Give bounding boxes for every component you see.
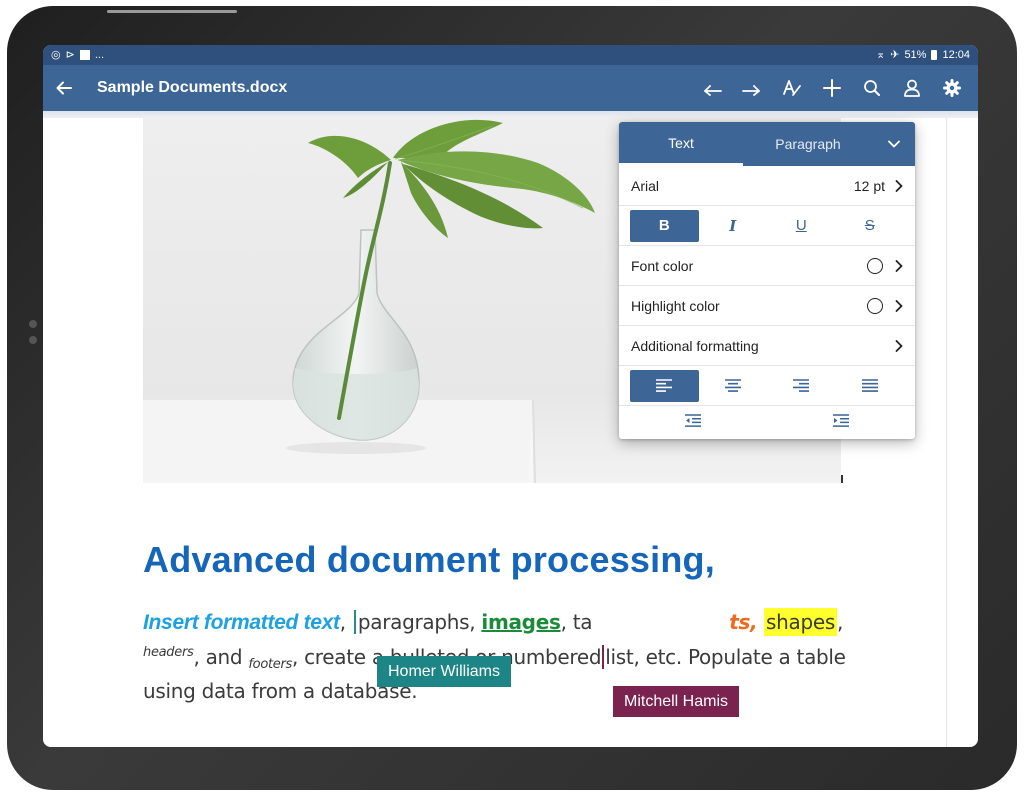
- user-icon: [904, 79, 920, 97]
- format-panel: Text Paragraph Arial 12 pt B I U S Font …: [619, 122, 915, 439]
- subscript-text: footers: [248, 657, 292, 672]
- airplane-icon: ✈: [890, 48, 900, 61]
- wifi-icon: ⌅: [876, 48, 886, 61]
- redo-icon: [742, 85, 760, 96]
- alignment-row: [619, 366, 915, 406]
- appbar-divider: [43, 111, 978, 118]
- highlight-color-row[interactable]: Highlight color: [619, 286, 915, 326]
- toolbar: [692, 65, 972, 111]
- chevron-right-icon: [895, 179, 903, 192]
- chevron-right-icon: [895, 259, 903, 272]
- bold-icon: B: [658, 217, 670, 234]
- clock: 12:04: [942, 49, 970, 61]
- underline-button[interactable]: U: [767, 210, 836, 242]
- tablet-sensor: [29, 320, 37, 328]
- align-center-icon: [724, 378, 741, 392]
- italic-button[interactable]: I: [699, 210, 768, 242]
- status-bar: ◎ ⊳ ... ⌅ ✈ 51% 12:04: [43, 45, 978, 65]
- text-style-row: B I U S: [619, 206, 915, 246]
- search-icon: [864, 80, 880, 96]
- align-left-icon: [656, 378, 673, 392]
- tablet-edge-highlight: [107, 10, 237, 13]
- collaborators-button[interactable]: [892, 65, 932, 111]
- additional-formatting-row[interactable]: Additional formatting: [619, 326, 915, 366]
- text-span: list, etc. Populate a table: [605, 645, 846, 669]
- text-format-button[interactable]: [772, 65, 812, 111]
- tab-text[interactable]: Text: [619, 122, 743, 166]
- highlight-color-swatch: [867, 297, 883, 314]
- font-color-swatch: [867, 257, 883, 274]
- align-right-button[interactable]: [767, 370, 836, 402]
- settings-button[interactable]: [932, 65, 972, 111]
- additional-formatting-label: Additional formatting: [631, 337, 759, 354]
- font-name: Arial: [631, 177, 660, 194]
- format-panel-tabs: Text Paragraph: [619, 122, 915, 166]
- font-row[interactable]: Arial 12 pt: [619, 166, 915, 206]
- strikethrough-icon: S: [864, 217, 875, 234]
- document-title: Sample Documents.docx: [97, 79, 288, 96]
- add-icon: [823, 79, 841, 97]
- whatsapp-icon: ◎: [51, 48, 61, 61]
- redo-button[interactable]: [732, 65, 772, 111]
- search-button[interactable]: [852, 65, 892, 111]
- strikethrough-button[interactable]: S: [836, 210, 905, 242]
- formatted-text-blue: Insert formatted text: [143, 611, 340, 634]
- formatted-text-orange: ts: [729, 610, 751, 634]
- undo-icon: [704, 85, 722, 96]
- tab-paragraph[interactable]: Paragraph: [743, 122, 873, 166]
- text-format-icon: [783, 80, 801, 96]
- battery-percent: 51%: [904, 49, 927, 61]
- text-span: , and: [193, 645, 249, 669]
- indent-row: [619, 406, 915, 436]
- highlight-color-label: Highlight color: [631, 297, 720, 314]
- app-bar: Sample Documents.docx: [43, 65, 978, 111]
- font-color-label: Font color: [631, 257, 694, 274]
- text-span: ,: [339, 610, 346, 634]
- align-center-button[interactable]: [699, 370, 768, 402]
- font-color-row[interactable]: Font color: [619, 246, 915, 286]
- play-icon: ⊳: [65, 48, 75, 61]
- document-heading[interactable]: Advanced document processing,: [143, 539, 715, 581]
- homer-caret: [353, 610, 356, 634]
- align-left-button[interactable]: [630, 369, 699, 402]
- chevron-down-icon: [888, 140, 900, 148]
- collaborator-tag-mitchell: Mitchell Hamis: [613, 686, 740, 717]
- chevron-right-icon: [895, 299, 903, 312]
- mitchell-caret: [602, 645, 605, 669]
- italic-icon: I: [729, 216, 737, 235]
- image-resize-handle[interactable]: [841, 475, 843, 483]
- collapse-panel-button[interactable]: [873, 122, 915, 166]
- collaborator-tag-homer: Homer Williams: [377, 656, 511, 687]
- superscript-text: headers: [143, 645, 194, 660]
- text-span: ,: [750, 610, 765, 634]
- text-span: , ta: [560, 610, 593, 634]
- highlighted-text: shapes: [764, 608, 838, 636]
- settings-icon: [943, 79, 961, 97]
- align-justify-button[interactable]: [836, 370, 905, 402]
- text-span: paragraphs,: [357, 610, 482, 634]
- formatted-text-green: images: [481, 610, 561, 634]
- tablet-screen: ◎ ⊳ ... ⌅ ✈ 51% 12:04 Sample Documents.d…: [43, 45, 978, 747]
- back-button[interactable]: [43, 65, 85, 111]
- increase-indent-button[interactable]: [767, 406, 915, 436]
- chevron-right-icon: [895, 339, 903, 352]
- flipboard-icon: [79, 50, 90, 60]
- page-edge: [946, 118, 947, 747]
- paragraph-line-1[interactable]: Insert formatted text, paragraphs, image…: [143, 608, 844, 636]
- status-more: ...: [94, 49, 104, 61]
- add-button[interactable]: [812, 65, 852, 111]
- decrease-indent-button[interactable]: [619, 406, 767, 436]
- decrease-indent-icon: [685, 414, 701, 427]
- battery-icon: [931, 50, 938, 60]
- font-size: 12 pt: [853, 177, 885, 194]
- underline-icon: U: [795, 217, 807, 234]
- align-right-icon: [793, 378, 810, 392]
- align-justify-icon: [861, 378, 878, 392]
- text-span: ,: [837, 610, 844, 634]
- arrow-back-icon: [56, 81, 72, 95]
- increase-indent-icon: [833, 414, 849, 427]
- undo-button[interactable]: [692, 65, 732, 111]
- bold-button[interactable]: B: [630, 209, 699, 242]
- tablet-sensor: [29, 336, 37, 344]
